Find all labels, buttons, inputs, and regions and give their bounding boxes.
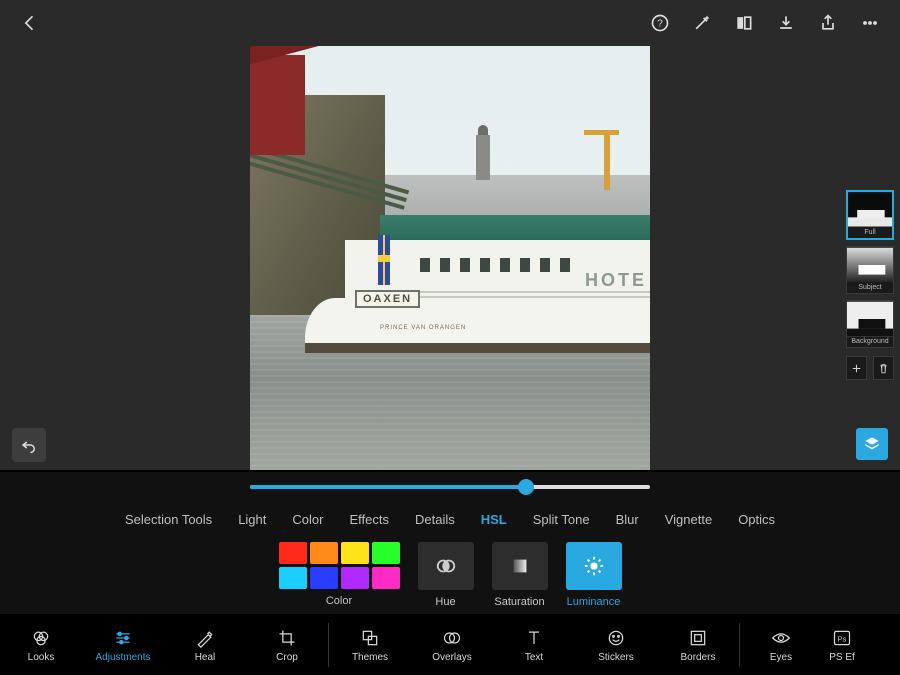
- tool-heal[interactable]: Heal: [164, 615, 246, 675]
- category-details[interactable]: Details: [415, 512, 455, 527]
- tool-label: Themes: [352, 652, 388, 663]
- bottom-toolbar: Looks Adjustments Heal Crop Themes Overlays Te…: [0, 615, 900, 675]
- photo-text-hotel: HOTE: [585, 270, 647, 291]
- color-swatches: [279, 542, 400, 589]
- mask-delete-button[interactable]: [873, 356, 894, 380]
- tile-label: Saturation: [494, 596, 544, 608]
- category-color[interactable]: Color: [292, 512, 323, 527]
- swatch-0[interactable]: [279, 542, 307, 564]
- swatch-2[interactable]: [341, 542, 369, 564]
- photo-text-hull: PRINCE VAN ORANGEN: [380, 325, 466, 331]
- swatch-4[interactable]: [279, 567, 307, 589]
- mask-label: Subject: [847, 283, 893, 291]
- tool-psef[interactable]: Ps PS Ef: [822, 615, 862, 675]
- top-bar: ?: [0, 0, 900, 46]
- mask-subject[interactable]: Subject: [846, 246, 894, 294]
- adjustment-slider[interactable]: [250, 485, 650, 489]
- category-vignette[interactable]: Vignette: [665, 512, 712, 527]
- category-blur[interactable]: Blur: [616, 512, 639, 527]
- luminance-tile-block: Luminance: [566, 542, 622, 608]
- tool-overlays[interactable]: Overlays: [411, 615, 493, 675]
- mask-label: Background: [847, 337, 893, 345]
- mask-background[interactable]: Background: [846, 300, 894, 348]
- mask-full[interactable]: Full: [846, 190, 894, 240]
- hue-tile-block: Hue: [418, 542, 474, 608]
- mask-add-button[interactable]: [846, 356, 867, 380]
- tool-label: Overlays: [432, 652, 471, 663]
- auto-enhance-icon[interactable]: [682, 3, 722, 43]
- mask-panel: Full Subject Background: [846, 190, 894, 380]
- tool-label: PS Ef: [829, 652, 855, 663]
- swatch-5[interactable]: [310, 567, 338, 589]
- swatch-6[interactable]: [341, 567, 369, 589]
- tool-crop[interactable]: Crop: [246, 615, 328, 675]
- tool-label: Heal: [195, 652, 216, 663]
- tool-borders[interactable]: Borders: [657, 615, 739, 675]
- tool-stickers[interactable]: Stickers: [575, 615, 657, 675]
- tool-eyes[interactable]: Eyes: [740, 615, 822, 675]
- color-swatch-block: Color: [279, 542, 400, 607]
- tile-label: Hue: [435, 596, 455, 608]
- tool-label: Adjustments: [95, 652, 150, 663]
- tool-adjustments[interactable]: Adjustments: [82, 615, 164, 675]
- slider-row: [0, 472, 900, 502]
- tool-text[interactable]: Text: [493, 615, 575, 675]
- compare-icon[interactable]: [724, 3, 764, 43]
- photo-text-boat-sign: OAXEN: [355, 290, 420, 308]
- tool-label: Crop: [276, 652, 298, 663]
- svg-text:Ps: Ps: [838, 634, 847, 643]
- help-icon[interactable]: ?: [640, 3, 680, 43]
- tool-themes[interactable]: Themes: [329, 615, 411, 675]
- tool-looks[interactable]: Looks: [0, 615, 82, 675]
- more-icon[interactable]: [850, 3, 890, 43]
- mask-label: Full: [848, 228, 892, 236]
- layers-button[interactable]: [856, 428, 888, 460]
- photo-preview[interactable]: HOTE OAXEN PRINCE VAN ORANGEN: [250, 0, 650, 470]
- canvas-area: HOTE OAXEN PRINCE VAN ORANGEN: [0, 0, 900, 470]
- tool-label: Looks: [28, 652, 55, 663]
- swatch-7[interactable]: [372, 567, 400, 589]
- luminance-tile[interactable]: [566, 542, 622, 590]
- swatch-3[interactable]: [372, 542, 400, 564]
- category-hsl[interactable]: HSL: [481, 512, 507, 527]
- swatch-1[interactable]: [310, 542, 338, 564]
- swatch-label: Color: [326, 595, 352, 607]
- tool-label: Text: [525, 652, 543, 663]
- tool-label: Borders: [680, 652, 715, 663]
- category-optics[interactable]: Optics: [738, 512, 775, 527]
- back-button[interactable]: [10, 3, 50, 43]
- category-selection-tools[interactable]: Selection Tools: [125, 512, 212, 527]
- tool-label: Eyes: [770, 652, 792, 663]
- category-effects[interactable]: Effects: [349, 512, 389, 527]
- tool-label: Stickers: [598, 652, 634, 663]
- saturation-tile[interactable]: [492, 542, 548, 590]
- adjustment-categories: Selection Tools Light Color Effects Details H…: [0, 502, 900, 536]
- undo-button[interactable]: [12, 428, 46, 462]
- download-icon[interactable]: [766, 3, 806, 43]
- saturation-tile-block: Saturation: [492, 542, 548, 608]
- share-icon[interactable]: [808, 3, 848, 43]
- hsl-panel: Color Hue Saturation Luminance: [0, 536, 900, 614]
- category-split-tone[interactable]: Split Tone: [533, 512, 590, 527]
- hue-tile[interactable]: [418, 542, 474, 590]
- svg-text:?: ?: [657, 18, 663, 29]
- category-light[interactable]: Light: [238, 512, 266, 527]
- tile-label: Luminance: [567, 596, 621, 608]
